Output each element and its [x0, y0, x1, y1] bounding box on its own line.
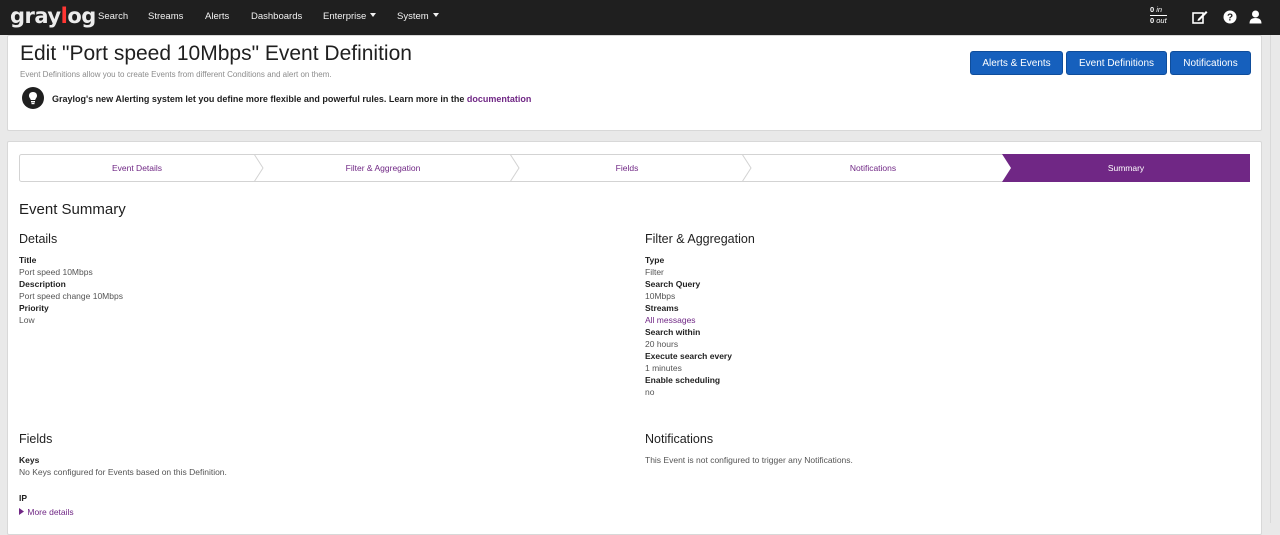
throughput-in: 0 in	[1150, 5, 1167, 16]
search-query-value: 10Mbps	[645, 291, 676, 301]
nav-alerts[interactable]: Alerts	[205, 11, 229, 22]
step-fields[interactable]: Fields	[519, 154, 735, 182]
nav-dashboards[interactable]: Dashboards	[251, 11, 302, 22]
page-subtitle: Event Definitions allow you to create Ev…	[20, 70, 332, 79]
search-within-value: 20 hours	[645, 339, 679, 349]
nav-system-label: System	[397, 11, 429, 22]
notifications-heading: Notifications	[645, 432, 714, 446]
nav-system[interactable]: System	[397, 11, 439, 22]
nav-search[interactable]: Search	[98, 11, 128, 22]
user-icon[interactable]	[1249, 10, 1262, 24]
description-label: Description	[19, 279, 66, 289]
details-heading: Details	[19, 232, 58, 246]
enable-scheduling-label: Enable scheduling	[645, 375, 721, 385]
documentation-link[interactable]: documentation	[467, 94, 532, 104]
more-details-toggle[interactable]: More details	[19, 507, 74, 517]
priority-label: Priority	[19, 303, 49, 313]
page-scrollbar[interactable]	[1270, 35, 1280, 523]
execute-every-value: 1 minutes	[645, 363, 682, 373]
title-label: Title	[19, 255, 37, 265]
search-query-label: Search Query	[645, 279, 701, 289]
wizard-steps: Event Details Filter & Aggregation Field…	[19, 154, 1250, 182]
help-icon[interactable]: ?	[1223, 10, 1237, 24]
alerts-events-button[interactable]: Alerts & Events	[970, 51, 1063, 75]
nav-streams[interactable]: Streams	[148, 11, 183, 22]
notifications-text: This Event is not configured to trigger …	[645, 455, 853, 465]
all-messages-stream-link[interactable]: All messages	[645, 315, 696, 325]
lightbulb-icon	[22, 87, 44, 109]
event-summary-heading: Event Summary	[19, 201, 126, 218]
page-title: Edit "Port speed 10Mbps" Event Definitio…	[20, 42, 412, 65]
step-event-details[interactable]: Event Details	[19, 154, 255, 182]
svg-text:?: ?	[1227, 13, 1233, 24]
priority-value: Low	[19, 315, 35, 325]
title-value: Port speed 10Mbps	[19, 267, 93, 277]
fields-heading: Fields	[19, 432, 53, 446]
enable-scheduling-value: no	[645, 387, 655, 397]
keys-value: No Keys configured for Events based on t…	[19, 467, 227, 477]
execute-every-label: Execute search every	[645, 351, 732, 361]
step-notifications[interactable]: Notifications	[751, 154, 995, 182]
alerting-hint: Graylog's new Alerting system let you de…	[52, 94, 532, 104]
notifications-button[interactable]: Notifications	[1170, 51, 1251, 75]
type-label: Type	[645, 255, 665, 265]
edit-icon[interactable]	[1192, 10, 1208, 25]
field-name: IP	[19, 493, 28, 503]
throughput-indicator[interactable]: 0 in 0 out	[1150, 5, 1167, 26]
more-details-label: More details	[27, 507, 74, 517]
nav-enterprise[interactable]: Enterprise	[323, 11, 377, 22]
chevron-down-icon	[370, 13, 377, 17]
keys-label: Keys	[19, 455, 40, 465]
type-value: Filter	[645, 267, 664, 277]
step-filter-aggregation[interactable]: Filter & Aggregation	[263, 154, 503, 182]
nav-enterprise-label: Enterprise	[323, 11, 367, 22]
step-summary[interactable]: Summary	[1011, 154, 1241, 182]
throughput-out: 0 out	[1150, 16, 1167, 25]
filter-aggregation-heading: Filter & Aggregation	[645, 232, 755, 246]
caret-right-icon	[19, 508, 24, 515]
search-within-label: Search within	[645, 327, 701, 337]
streams-label: Streams	[645, 303, 679, 313]
header-panel: Edit "Port speed 10Mbps" Event Definitio…	[7, 35, 1262, 131]
main-panel: Event Details Filter & Aggregation Field…	[7, 141, 1262, 535]
chevron-down-icon	[432, 13, 439, 17]
event-definitions-button[interactable]: Event Definitions	[1066, 51, 1167, 75]
graylog-logo[interactable]: graylog	[10, 4, 96, 28]
top-navbar: graylog Search Streams Alerts Dashboards…	[0, 0, 1280, 35]
description-value: Port speed change 10Mbps	[19, 291, 123, 301]
